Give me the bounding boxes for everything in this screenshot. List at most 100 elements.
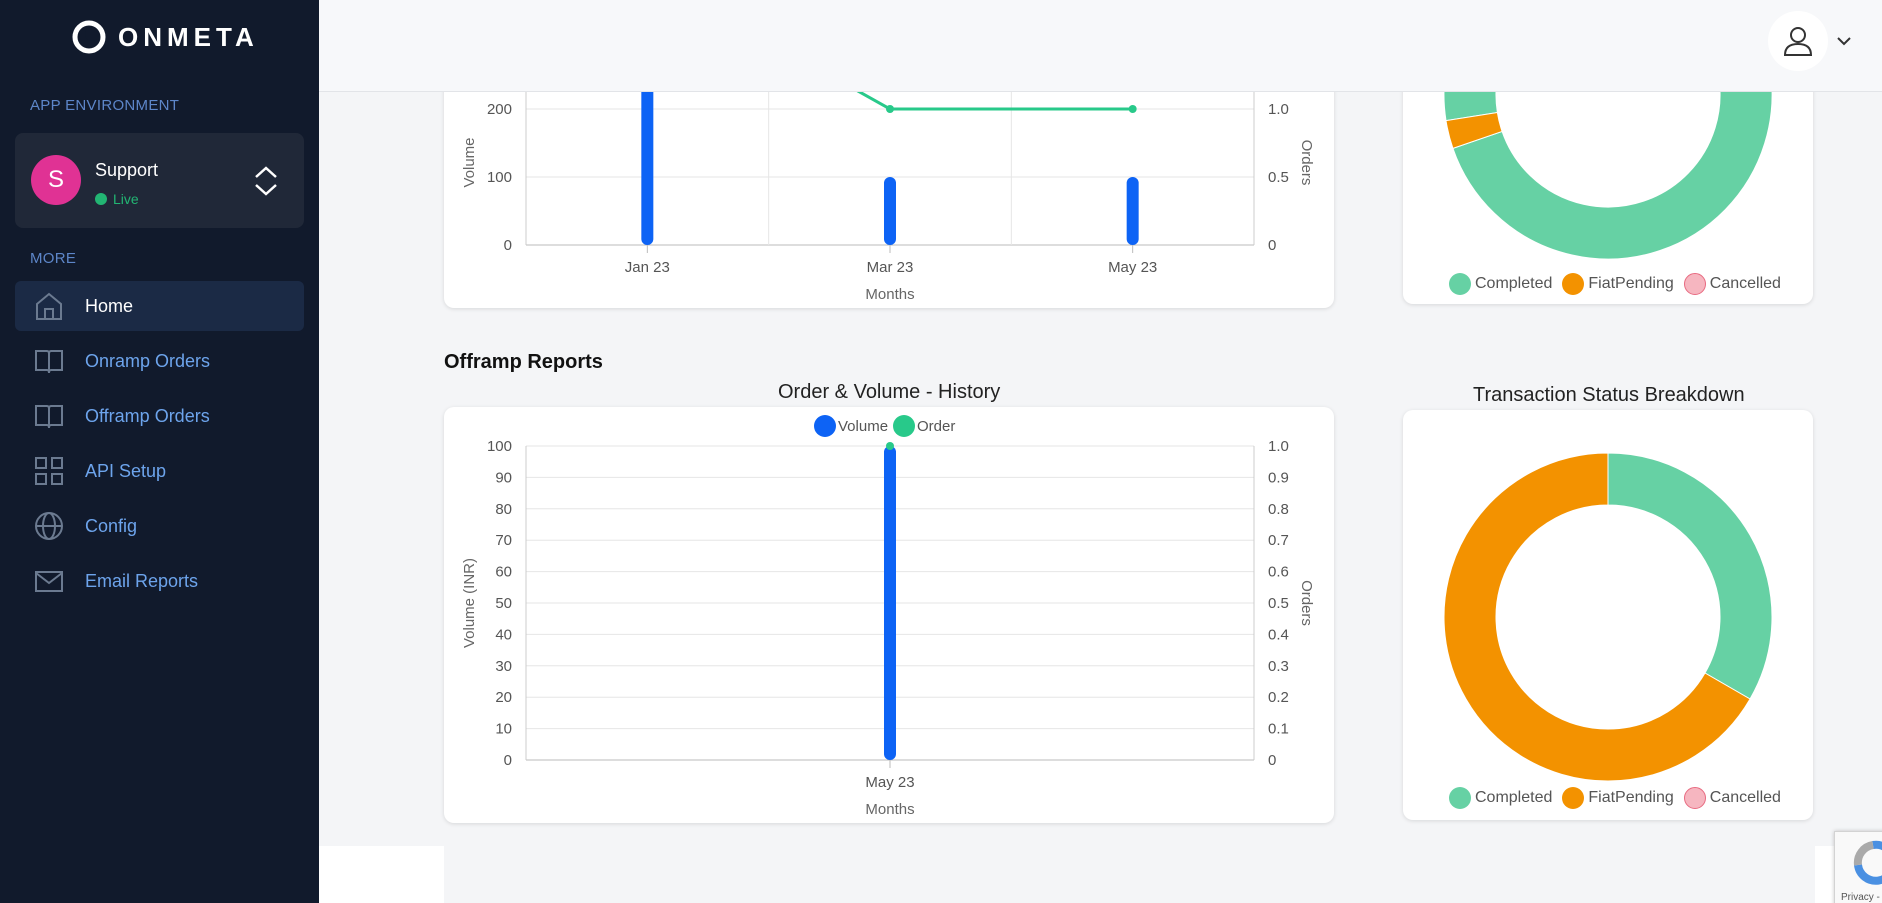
legend-label: Cancelled xyxy=(1709,275,1781,292)
y-tick-label: 40 xyxy=(495,626,512,643)
volume-bar xyxy=(641,92,654,245)
sidebar-item-label: Home xyxy=(85,295,134,316)
y2-tick-label: 0.4 xyxy=(1268,626,1289,643)
y2-tick-label: 0.9 xyxy=(1268,469,1289,486)
app-environment-label: APP ENVIRONMENT xyxy=(30,97,180,114)
legend-swatch-fiat-pending xyxy=(1562,787,1585,809)
legend-label: FiatPending xyxy=(1588,275,1674,292)
sidebar-item-home[interactable]: Home xyxy=(15,281,304,331)
y-axis-title: Volume (INR) xyxy=(461,558,478,648)
avatar: S xyxy=(31,155,81,205)
legend-swatch-volume xyxy=(814,415,836,437)
legend-swatch-cancelled xyxy=(1683,787,1706,809)
chevron-down-icon xyxy=(1837,37,1851,46)
y-tick-label: 100 xyxy=(487,438,512,455)
offramp-order-volume-chart-card: 0 10 20 30 40 50 60 70 80 90 100 0 0.1 0.2 0.3 0.4 0.5 0.… xyxy=(444,407,1334,823)
order-point xyxy=(1128,105,1137,113)
offramp-status-donut-chart xyxy=(1443,452,1773,782)
x-axis-title: Months xyxy=(865,286,914,303)
y-tick-label: 200 xyxy=(487,101,512,118)
legend-label: Cancelled xyxy=(1709,789,1781,806)
y2-tick-label: 0.3 xyxy=(1268,658,1289,675)
legend-item-completed[interactable]: Completed xyxy=(1449,273,1552,295)
sidebar-item-config[interactable]: Config xyxy=(15,501,304,551)
y2-axis-title: Orders xyxy=(1298,140,1315,186)
offramp-order-volume-chart: 0 10 20 30 40 50 60 70 80 90 100 0 0.1 0.2 0.3 0.4 0.5 0.… xyxy=(461,415,1315,818)
y-tick-label: 20 xyxy=(495,689,512,706)
y2-tick-label: 0.8 xyxy=(1268,501,1289,518)
sidebar-item-label: Onramp Orders xyxy=(85,350,211,371)
legend-item-fiat-pending[interactable]: FiatPending xyxy=(1562,787,1674,809)
legend-label: Volume xyxy=(838,418,888,435)
sidebar-item-email-reports[interactable]: Email Reports xyxy=(15,556,304,606)
legend-swatch-completed xyxy=(1449,787,1471,809)
y2-axis-title: Orders xyxy=(1298,580,1315,626)
legend-item-cancelled[interactable]: Cancelled xyxy=(1683,273,1781,295)
book-icon xyxy=(35,405,63,429)
legend-item-fiat-pending[interactable]: FiatPending xyxy=(1562,273,1674,295)
legend-item-cancelled[interactable]: Cancelled xyxy=(1683,787,1781,809)
sidebar-item-offramp-orders[interactable]: Offramp Orders xyxy=(15,391,304,441)
y-axis-title: Volume xyxy=(461,137,478,187)
grid-icon xyxy=(35,457,63,485)
y2-tick-label: 1.0 xyxy=(1268,438,1289,455)
y2-tick-label: 0.1 xyxy=(1268,721,1289,738)
mail-icon xyxy=(35,571,63,592)
offramp-reports-title: Offramp Reports xyxy=(444,351,603,373)
y-tick-label: 50 xyxy=(495,595,512,612)
order-point xyxy=(886,442,894,450)
globe-icon xyxy=(35,512,63,540)
legend-swatch-cancelled xyxy=(1683,273,1706,295)
volume-bar xyxy=(1126,177,1139,245)
offramp-chart-title: Order & Volume - History xyxy=(778,381,1001,403)
recaptcha-badge[interactable]: Privacy - xyxy=(1834,831,1882,903)
offramp-status-title: Transaction Status Breakdown xyxy=(1473,384,1745,406)
y2-tick-label: 0 xyxy=(1268,237,1276,254)
y-tick-label: 0 xyxy=(504,752,512,769)
book-icon xyxy=(35,350,63,374)
environment-name: Support xyxy=(95,160,159,180)
user-icon xyxy=(1783,27,1813,56)
onramp-status-legend: Completed FiatPending Cancelled xyxy=(1449,273,1791,295)
volume-bar xyxy=(884,446,896,760)
x-tick-label: Mar 23 xyxy=(867,259,914,276)
sidebar-item-label: Config xyxy=(85,515,138,536)
x-tick-label: May 23 xyxy=(1108,259,1157,276)
legend-label: Completed xyxy=(1475,275,1553,292)
sidebar-item-label: Email Reports xyxy=(85,570,199,591)
y-tick-label: 60 xyxy=(495,564,512,581)
sidebar-item-api-setup[interactable]: API Setup xyxy=(15,446,304,496)
bottom-panel xyxy=(1815,846,1835,903)
donut-slice-completed xyxy=(1607,452,1773,700)
legend-swatch-fiat-pending xyxy=(1562,273,1585,295)
order-point xyxy=(886,105,894,113)
x-tick-label: Jan 23 xyxy=(625,259,670,276)
legend-swatch-completed xyxy=(1449,273,1471,295)
legend-label: Completed xyxy=(1475,789,1553,806)
top-header xyxy=(319,0,1882,92)
home-icon xyxy=(36,292,62,320)
more-label: MORE xyxy=(30,250,77,267)
sidebar: ONMETA APP ENVIRONMENT S Support Live MO… xyxy=(0,0,319,903)
environment-status-text: Live xyxy=(113,191,139,207)
y-tick-label: 10 xyxy=(495,721,512,738)
sidebar-item-label: Offramp Orders xyxy=(85,405,210,426)
volume-bar xyxy=(884,177,896,245)
sidebar-item-onramp-orders[interactable]: Onramp Orders xyxy=(15,336,304,386)
offramp-status-chart-card: Completed FiatPending Cancelled xyxy=(1403,410,1813,820)
user-menu-button[interactable] xyxy=(1768,11,1862,71)
sidebar-item-label: API Setup xyxy=(85,460,167,481)
y2-tick-label: 0.5 xyxy=(1268,169,1289,186)
x-axis-title: Months xyxy=(865,801,914,818)
legend-item-completed[interactable]: Completed xyxy=(1449,787,1552,809)
y2-tick-label: 0.6 xyxy=(1268,564,1289,581)
brand-logo[interactable]: ONMETA xyxy=(72,20,259,54)
x-tick-label: May 23 xyxy=(865,774,914,791)
y-tick-label: 70 xyxy=(495,532,512,549)
recaptcha-privacy-text: Privacy - xyxy=(1841,892,1880,903)
environment-status: Live xyxy=(95,191,139,207)
legend-swatch-order xyxy=(893,415,915,437)
chevron-up-down-icon[interactable] xyxy=(251,163,281,199)
y-tick-label: 100 xyxy=(487,169,512,186)
environment-switcher[interactable]: S Support Live xyxy=(15,133,304,228)
